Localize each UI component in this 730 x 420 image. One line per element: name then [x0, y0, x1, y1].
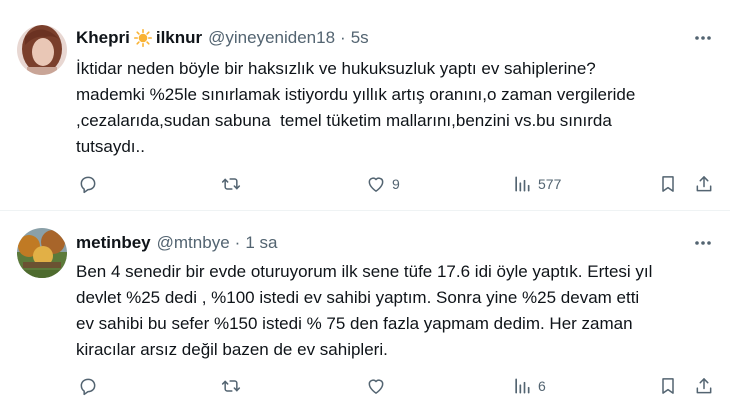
- share-icon: [696, 378, 712, 394]
- sun-emoji-icon: [133, 29, 152, 48]
- tweet-header: Khepri ilknur @yineyeniden18 · 5s: [76, 27, 369, 49]
- share-icon: [696, 176, 712, 192]
- bookmark-button[interactable]: [658, 374, 678, 398]
- views-button[interactable]: 6: [512, 374, 546, 398]
- avatar[interactable]: [17, 25, 67, 75]
- retweet-button[interactable]: [221, 374, 247, 398]
- bookmark-icon: [662, 176, 674, 192]
- heart-icon: [368, 177, 384, 192]
- like-button[interactable]: 9: [366, 172, 400, 196]
- action-bar: 9 577: [76, 172, 716, 196]
- like-count: 9: [392, 176, 400, 192]
- tweet-divider: [0, 210, 730, 211]
- tweet-text: İktidar neden böyle bir haksızlık ve huk…: [76, 59, 636, 156]
- views-chart-icon: [515, 378, 530, 394]
- timestamp[interactable]: 5s: [351, 28, 369, 48]
- reply-icon: [80, 378, 96, 396]
- reply-button[interactable]: [78, 172, 104, 196]
- share-button[interactable]: [694, 172, 714, 196]
- timestamp[interactable]: 1 sa: [245, 233, 277, 253]
- display-name-suffix[interactable]: ilknur: [156, 28, 202, 48]
- action-bar: 6: [76, 374, 716, 398]
- tweet-header: metinbey @mtnbye · 1 sa: [76, 232, 277, 254]
- view-count: 577: [538, 176, 562, 192]
- tweet-2[interactable]: metinbey @mtnbye · 1 sa Ben 4 senedir bi…: [0, 212, 730, 420]
- views-chart-icon: [515, 176, 530, 192]
- more-options-icon[interactable]: [692, 232, 714, 254]
- display-name[interactable]: metinbey: [76, 233, 151, 253]
- user-handle[interactable]: @yineyeniden18: [208, 28, 335, 48]
- tweet-text: Ben 4 senedir bir evde oturuyorum ilk se…: [76, 262, 653, 359]
- reply-button[interactable]: [78, 374, 104, 398]
- view-count: 6: [538, 378, 546, 394]
- retweet-icon: [221, 380, 241, 392]
- bookmark-icon: [662, 378, 674, 394]
- like-button[interactable]: [366, 374, 392, 398]
- separator-dot: ·: [340, 28, 346, 47]
- retweet-button[interactable]: [221, 172, 247, 196]
- display-name[interactable]: Khepri: [76, 28, 130, 48]
- bookmark-button[interactable]: [658, 172, 678, 196]
- separator-dot: ·: [234, 233, 241, 252]
- heart-icon: [368, 379, 384, 394]
- more-options-icon[interactable]: [692, 27, 714, 49]
- tweet-1[interactable]: Khepri ilknur @yineyeniden18 · 5s İktida…: [0, 0, 730, 211]
- share-button[interactable]: [694, 374, 714, 398]
- user-handle[interactable]: @mtnbye: [157, 233, 230, 253]
- retweet-icon: [221, 178, 241, 190]
- reply-icon: [80, 176, 96, 194]
- avatar[interactable]: [17, 228, 67, 278]
- views-button[interactable]: 577: [512, 172, 561, 196]
